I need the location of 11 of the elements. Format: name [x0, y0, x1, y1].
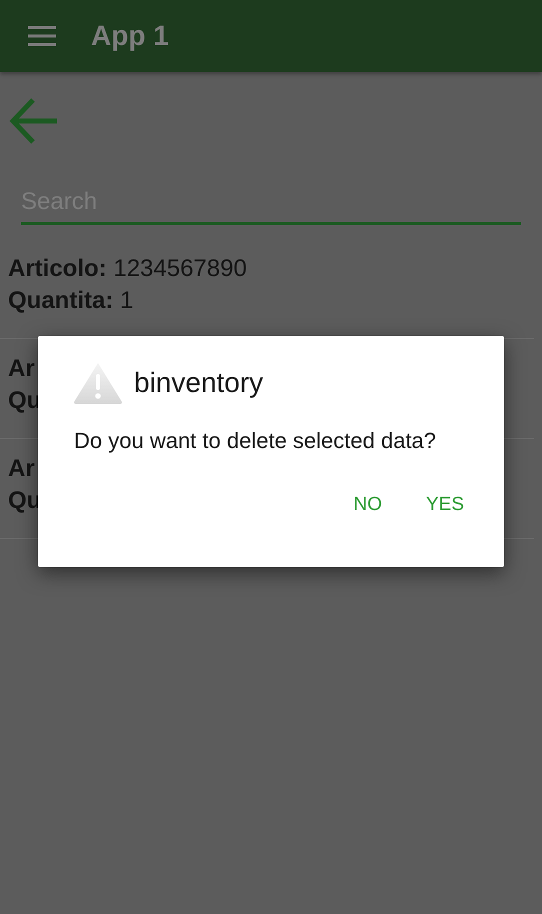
dialog-title: binventory — [134, 366, 264, 400]
menu-icon[interactable] — [28, 26, 56, 46]
warning-icon — [73, 362, 123, 404]
item-text: Articolo: 1234567890 — [8, 254, 247, 284]
app-title: App 1 — [91, 19, 169, 53]
dialog-button[interactable]: NO — [341, 483, 394, 528]
item-text: Ar — [8, 354, 35, 384]
item-text: Ar — [8, 454, 35, 484]
dialog-button[interactable]: YES — [414, 483, 476, 528]
item-text: Quantita: 1 — [8, 286, 134, 316]
dialog-message: Do you want to delete selected data? — [74, 427, 436, 455]
